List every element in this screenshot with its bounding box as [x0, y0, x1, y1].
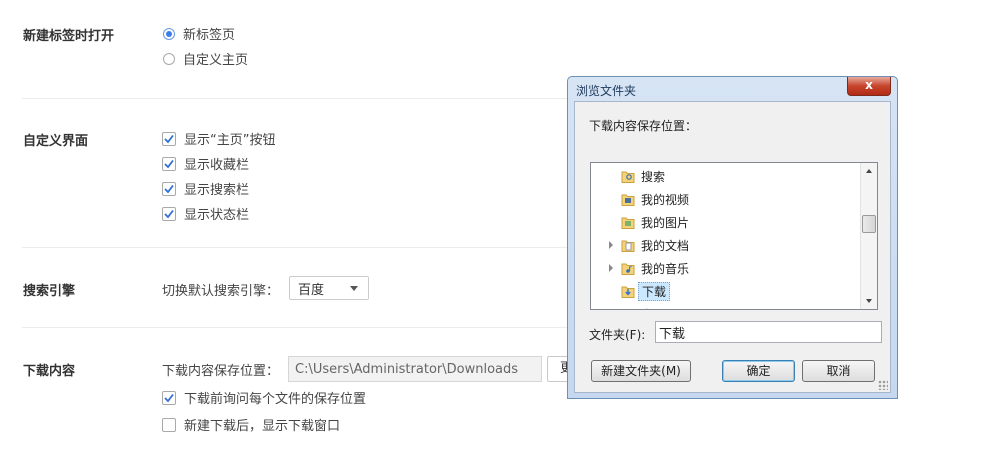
- music-folder-icon: [621, 262, 635, 275]
- scroll-up-arrow-icon[interactable]: [866, 169, 872, 173]
- dialog-prompt: 下载内容保存位置：: [589, 119, 698, 133]
- dialog-body: 下载内容保存位置： 搜索 我的视频 我的图片 我的文档 我的音乐 下载 文件夹(…: [574, 101, 891, 393]
- checkmark-icon: [164, 134, 174, 143]
- checkbox-label: 显示搜索栏: [184, 183, 250, 198]
- scroll-thumb[interactable]: [862, 215, 876, 233]
- browse-folder-dialog: 浏览文件夹 x 下载内容保存位置： 搜索 我的视频 我的图片 我的文档 我的音乐…: [567, 76, 898, 399]
- checkbox-label: 显示“主页”按钮: [184, 133, 276, 148]
- picture-folder-icon: [621, 216, 635, 229]
- select-value: 百度: [298, 282, 325, 298]
- video-folder-icon: [621, 193, 635, 206]
- checkmark-icon: [164, 184, 174, 193]
- folder-name-input[interactable]: 下载: [655, 321, 882, 343]
- section-label-custom-ui: 自定义界面: [23, 134, 89, 149]
- desktop-folder-icon: [621, 308, 635, 310]
- radio-button[interactable]: [163, 52, 175, 65]
- checkbox-label: 下载前询问每个文件的保存位置: [184, 392, 367, 407]
- radio-custom-homepage[interactable]: 自定义主页: [163, 49, 248, 68]
- scroll-down-arrow-icon[interactable]: [866, 299, 872, 303]
- checkbox-show-searchbar[interactable]: 显示搜索栏: [162, 179, 249, 198]
- expand-arrow-icon[interactable]: [609, 241, 613, 249]
- section-divider: [22, 327, 570, 328]
- radio-label: 自定义主页: [183, 53, 249, 68]
- section-divider: [22, 247, 570, 248]
- checkbox-show-favorites[interactable]: 显示收藏栏: [162, 154, 249, 173]
- checkbox[interactable]: [162, 156, 176, 171]
- checkbox-show-home-button[interactable]: 显示“主页”按钮: [162, 129, 275, 148]
- tree-scrollbar[interactable]: [860, 163, 877, 309]
- checkmark-icon: [164, 209, 174, 218]
- ok-button[interactable]: 确定: [722, 360, 795, 382]
- checkbox-label: 显示收藏栏: [184, 158, 250, 173]
- documents-folder-icon: [621, 239, 635, 252]
- checkbox[interactable]: [162, 206, 176, 221]
- search-folder-icon: [621, 170, 635, 183]
- search-engine-select[interactable]: 百度: [289, 276, 369, 300]
- download-folder-icon: [621, 285, 635, 298]
- radio-new-tab-page[interactable]: 新标签页: [163, 24, 235, 43]
- cancel-button[interactable]: 取消: [802, 360, 875, 382]
- folder-field-label: 文件夹(F):: [589, 328, 646, 342]
- radio-label: 新标签页: [183, 28, 236, 43]
- folder-tree[interactable]: 搜索 我的视频 我的图片 我的文档 我的音乐 下载: [590, 162, 878, 310]
- new-folder-button[interactable]: 新建文件夹(M): [591, 360, 691, 382]
- checkbox[interactable]: [162, 181, 176, 196]
- checkbox-label: 显示状态栏: [184, 208, 250, 223]
- search-engine-prompt: 切换默认搜索引擎：: [162, 284, 280, 299]
- checkbox[interactable]: [162, 131, 176, 146]
- checkbox-show-statusbar[interactable]: 显示状态栏: [162, 204, 249, 223]
- expand-arrow-icon[interactable]: [609, 264, 613, 272]
- checkmark-icon: [164, 159, 174, 168]
- section-divider: [22, 98, 570, 99]
- checkbox-ask-save-location[interactable]: 下载前询问每个文件的保存位置: [162, 388, 366, 407]
- resize-grip-icon[interactable]: [878, 380, 888, 390]
- chevron-down-icon: [350, 286, 358, 291]
- radio-button[interactable]: [163, 27, 175, 40]
- dialog-title: 浏览文件夹: [576, 84, 637, 98]
- download-path-field[interactable]: C:\Users\Administrator\Downloads: [288, 356, 542, 382]
- close-button[interactable]: x: [847, 77, 891, 96]
- checkbox-show-download-window[interactable]: 新建下载后，显示下载窗口: [162, 415, 340, 434]
- section-label-new-tab: 新建标签时打开: [23, 29, 115, 44]
- section-label-download: 下载内容: [23, 364, 76, 379]
- section-label-search: 搜索引擎: [23, 284, 76, 299]
- download-location-prompt: 下载内容保存位置：: [162, 364, 280, 379]
- checkbox[interactable]: [162, 390, 176, 405]
- checkbox-label: 新建下载后，显示下载窗口: [184, 419, 341, 434]
- checkbox[interactable]: [162, 417, 176, 432]
- checkmark-icon: [164, 393, 174, 402]
